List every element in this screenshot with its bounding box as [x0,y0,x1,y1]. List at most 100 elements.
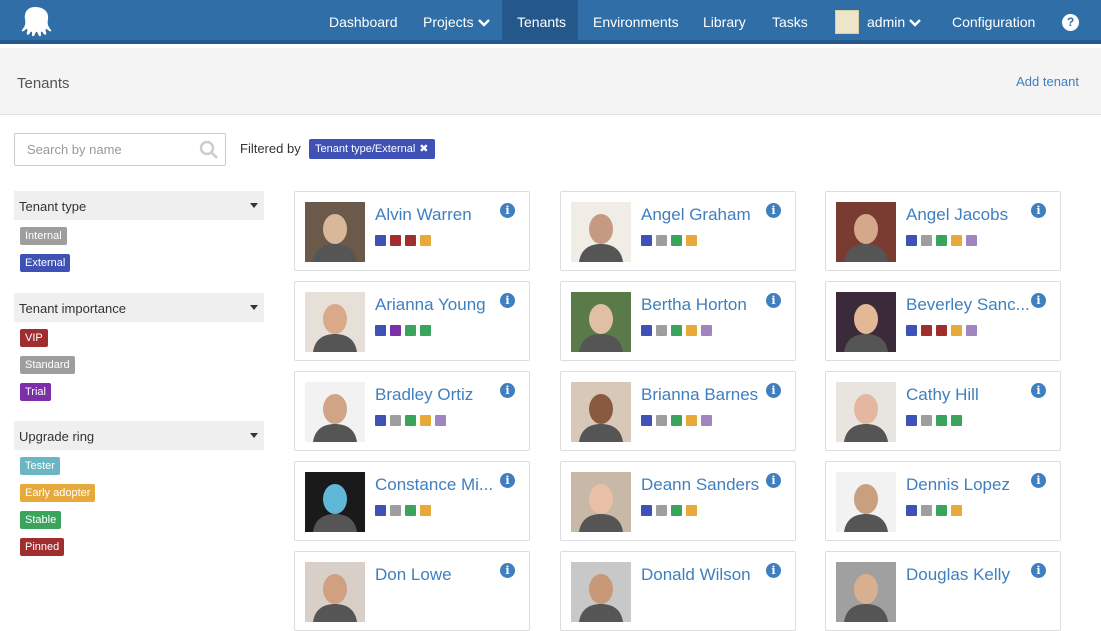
close-icon[interactable]: ✖ [419,143,428,155]
tag-swatch [936,505,947,516]
tenant-card[interactable]: Alvin Warren i [294,191,530,271]
info-icon[interactable]: i [1031,473,1046,488]
tenant-card[interactable]: Dennis Lopez i [825,461,1061,541]
info-icon[interactable]: i [1031,203,1046,218]
nav-tasks[interactable]: Tasks [757,0,823,44]
filter-group-header[interactable]: Tenant importance [14,293,264,322]
tenant-card[interactable]: Bradley Ortiz i [294,371,530,451]
filter-group-title: Tenant importance [19,301,126,316]
nav-environments[interactable]: Environments [578,0,694,44]
tenant-card[interactable]: Donald Wilson i [560,551,796,631]
nav-configuration[interactable]: Configuration [937,0,1050,44]
info-icon[interactable]: i [766,383,781,398]
tag-trial[interactable]: Trial [20,383,51,401]
tenant-card[interactable]: Douglas Kelly i [825,551,1061,631]
chevron-down-icon [477,19,490,27]
active-filter-chip[interactable]: Tenant type/External ✖ [309,139,435,159]
nav-tenants[interactable]: Tenants [502,0,578,44]
search-input[interactable] [15,134,195,165]
tenant-name[interactable]: Brianna Barnes [641,385,758,405]
tag-swatch [375,235,386,246]
tenant-card[interactable]: Cathy Hill i [825,371,1061,451]
tag-swatch [405,235,416,246]
tenant-name[interactable]: Constance Mi... [375,475,493,495]
tenant-card[interactable]: Arianna Young i [294,281,530,361]
help-icon[interactable]: ? [1062,14,1079,31]
tag-swatch [375,325,386,336]
caret-down-icon [250,433,258,438]
info-icon[interactable]: i [1031,383,1046,398]
tag-standard[interactable]: Standard [20,356,75,374]
nav-library-label: Library [703,14,746,30]
tenant-avatar [571,382,631,442]
tenant-name[interactable]: Bertha Horton [641,295,747,315]
info-icon[interactable]: i [500,203,515,218]
nav-environments-label: Environments [593,14,679,30]
tag-swatch [936,325,947,336]
tenant-name[interactable]: Arianna Young [375,295,486,315]
tenant-card[interactable]: Bertha Horton i [560,281,796,361]
tag-swatch [671,235,682,246]
tenant-card[interactable]: Angel Graham i [560,191,796,271]
tag-vip[interactable]: VIP [20,329,48,347]
search-box [14,133,226,166]
tag-swatch [390,325,401,336]
nav-library[interactable]: Library [688,0,761,44]
tag-pinned[interactable]: Pinned [20,538,65,556]
info-icon[interactable]: i [500,293,515,308]
tenant-card[interactable]: Constance Mi... i [294,461,530,541]
tenant-name[interactable]: Angel Graham [641,205,751,225]
tenant-name[interactable]: Don Lowe [375,565,452,585]
tag-early-adopter[interactable]: Early adopter [20,484,96,502]
tenant-name[interactable]: Douglas Kelly [906,565,1010,585]
tag-swatch [656,235,667,246]
tenant-name[interactable]: Bradley Ortiz [375,385,473,405]
add-tenant-link[interactable]: Add tenant [1016,74,1079,89]
tenant-card[interactable]: Angel Jacobs i [825,191,1061,271]
tag-tester[interactable]: Tester [20,457,60,475]
tag-swatch [671,505,682,516]
tenant-name[interactable]: Alvin Warren [375,205,472,225]
info-icon[interactable]: i [1031,293,1046,308]
tag-swatch [390,415,401,426]
tenant-tag-swatches [375,233,435,246]
tenant-tag-swatches [375,413,450,426]
tag-swatch [701,325,712,336]
tenant-name[interactable]: Deann Sanders [641,475,759,495]
tag-swatch [641,235,652,246]
tenant-card[interactable]: Deann Sanders i [560,461,796,541]
filtered-by-label: Filtered by [240,141,301,156]
nav-dashboard[interactable]: Dashboard [314,0,413,44]
tenant-card[interactable]: Brianna Barnes i [560,371,796,451]
nav-user-menu[interactable]: admin [820,0,936,44]
nav-projects[interactable]: Projects [408,0,505,44]
tag-swatch [375,505,386,516]
search-icon [199,140,218,159]
tag-external[interactable]: External [20,254,71,272]
filter-group-header[interactable]: Upgrade ring [14,421,264,450]
tenant-card[interactable]: Don Lowe i [294,551,530,631]
tag-swatch [375,415,386,426]
tenant-avatar [571,202,631,262]
tenant-name[interactable]: Angel Jacobs [906,205,1008,225]
tenant-card[interactable]: Beverley Sanc... i [825,281,1061,361]
tag-stable[interactable]: Stable [20,511,62,529]
octopus-logo-icon[interactable] [17,4,53,40]
user-avatar [835,10,859,35]
tag-swatch [656,415,667,426]
tenant-name[interactable]: Cathy Hill [906,385,979,405]
tenant-name[interactable]: Donald Wilson [641,565,751,585]
tag-swatch [906,415,917,426]
tag-swatch [390,235,401,246]
tag-swatch [906,505,917,516]
tenant-avatar [571,472,631,532]
tenant-name[interactable]: Dennis Lopez [906,475,1010,495]
filter-group-header[interactable]: Tenant type [14,191,264,220]
info-icon[interactable]: i [766,293,781,308]
info-icon[interactable]: i [500,383,515,398]
tag-internal[interactable]: Internal [20,227,67,245]
info-icon[interactable]: i [766,203,781,218]
info-icon[interactable]: i [766,473,781,488]
info-icon[interactable]: i [500,473,515,488]
tenant-name[interactable]: Beverley Sanc... [906,295,1030,315]
